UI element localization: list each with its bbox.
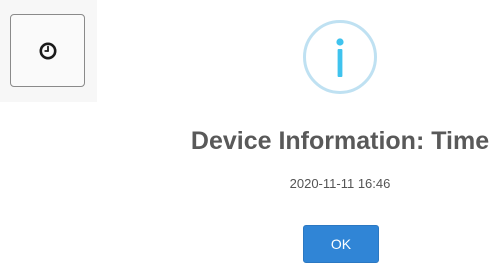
device-time-value: 2020-11-11 16:46 xyxy=(289,176,391,191)
info-icon xyxy=(303,20,377,94)
device-time-button[interactable] xyxy=(10,14,85,87)
ok-button[interactable]: OK xyxy=(303,225,379,263)
dialog-title: Device Information: Time xyxy=(190,127,490,155)
screen: Device Information: Time 2020-11-11 16:4… xyxy=(0,0,504,264)
clock-icon xyxy=(38,41,58,61)
